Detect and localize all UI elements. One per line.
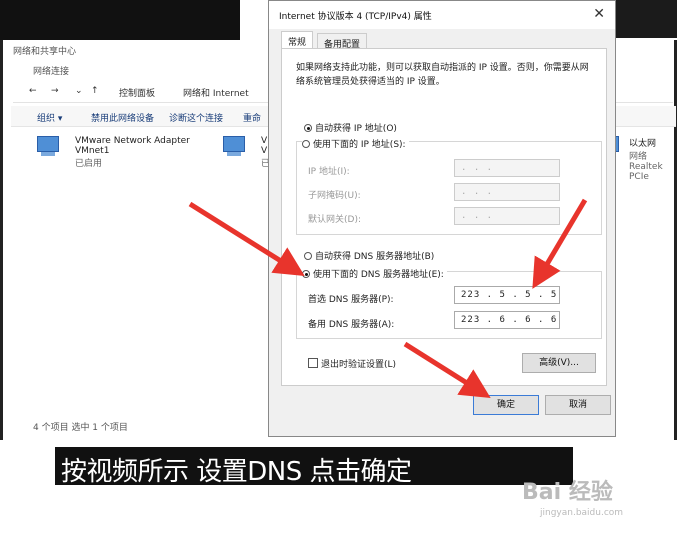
arrow-to-dns-radio [188,201,305,276]
arrow-to-dns-fields [532,198,588,289]
baidu-watermark: Bai 经验 [522,480,613,505]
caption-banner: 按视频所示 设置DNS 点击确定 [55,447,573,487]
arrow-to-ok-button [403,341,491,398]
baidu-watermark-url: jingyan.baidu.com [540,508,624,518]
caption-text: 按视频所示 设置DNS 点击确定 [61,457,412,487]
